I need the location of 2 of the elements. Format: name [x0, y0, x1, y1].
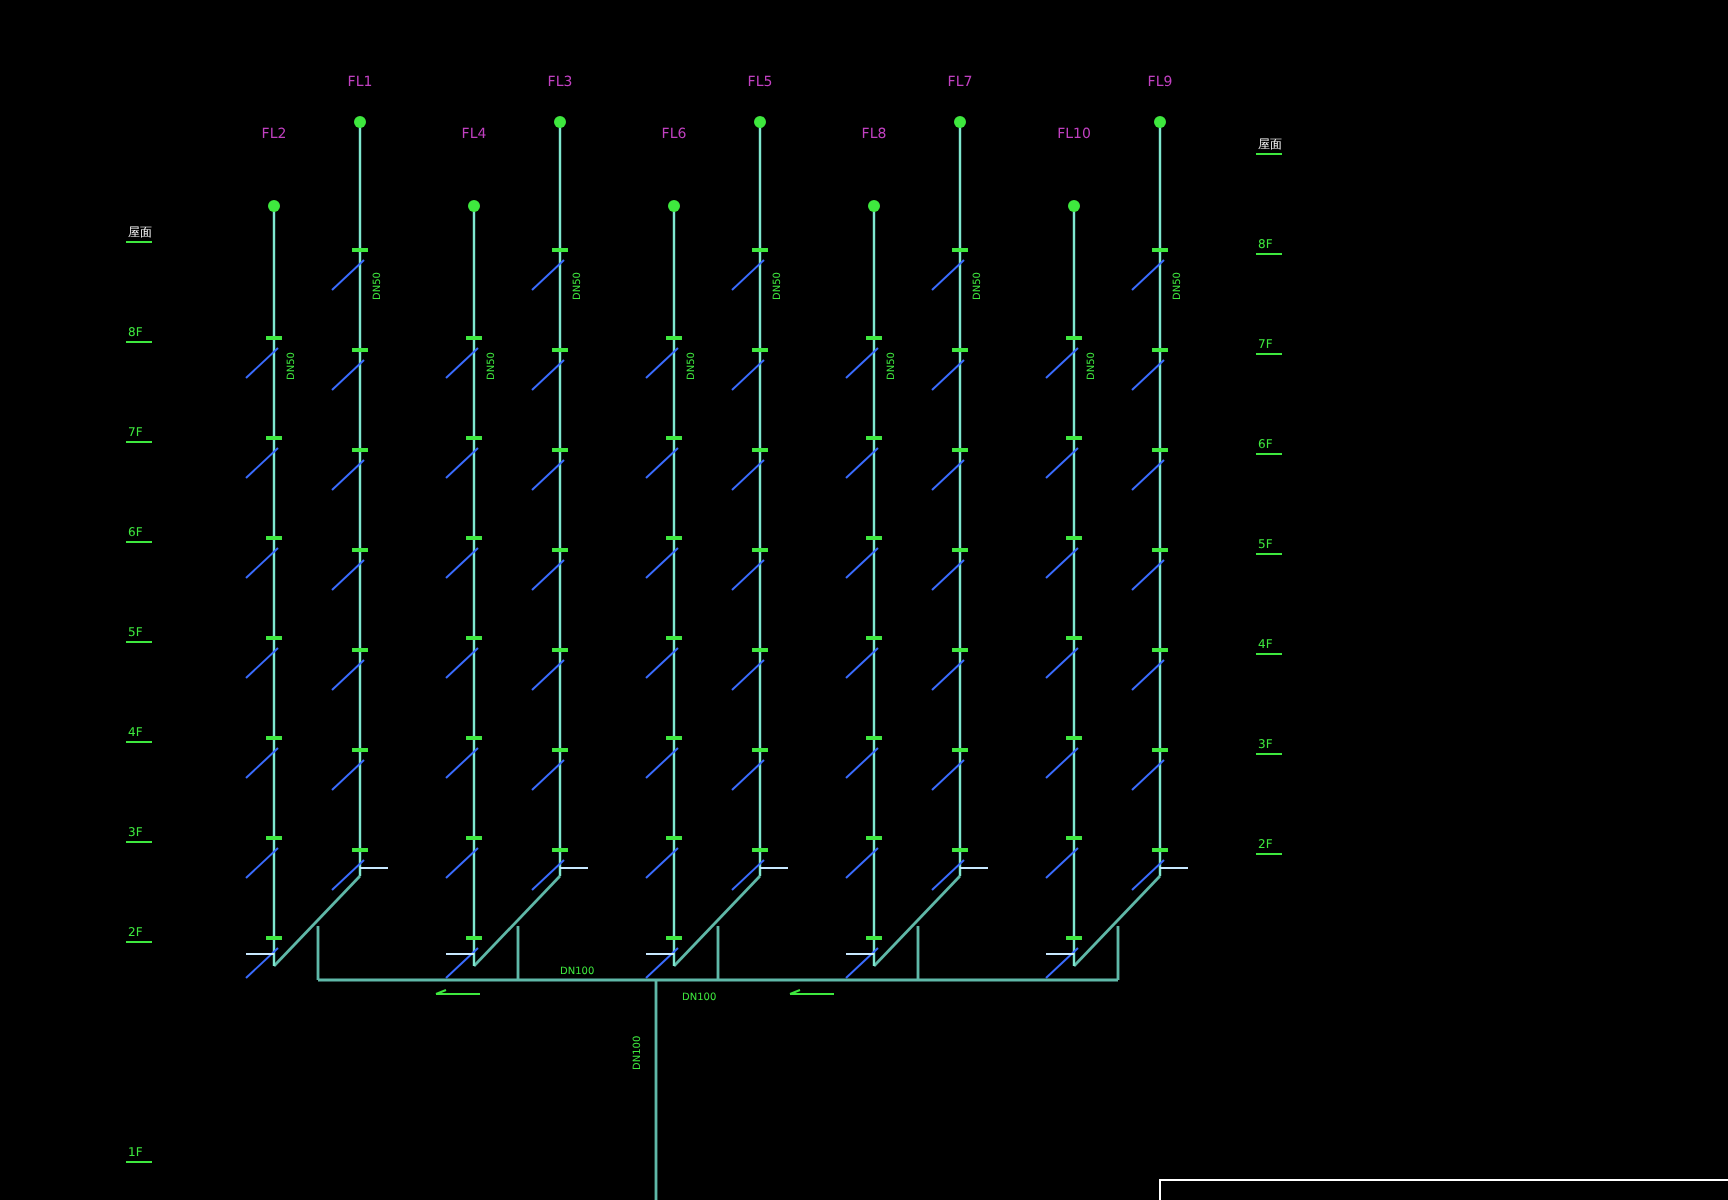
flow-arrow-icon: [789, 989, 835, 995]
flow-arrow-icon: [435, 989, 481, 995]
